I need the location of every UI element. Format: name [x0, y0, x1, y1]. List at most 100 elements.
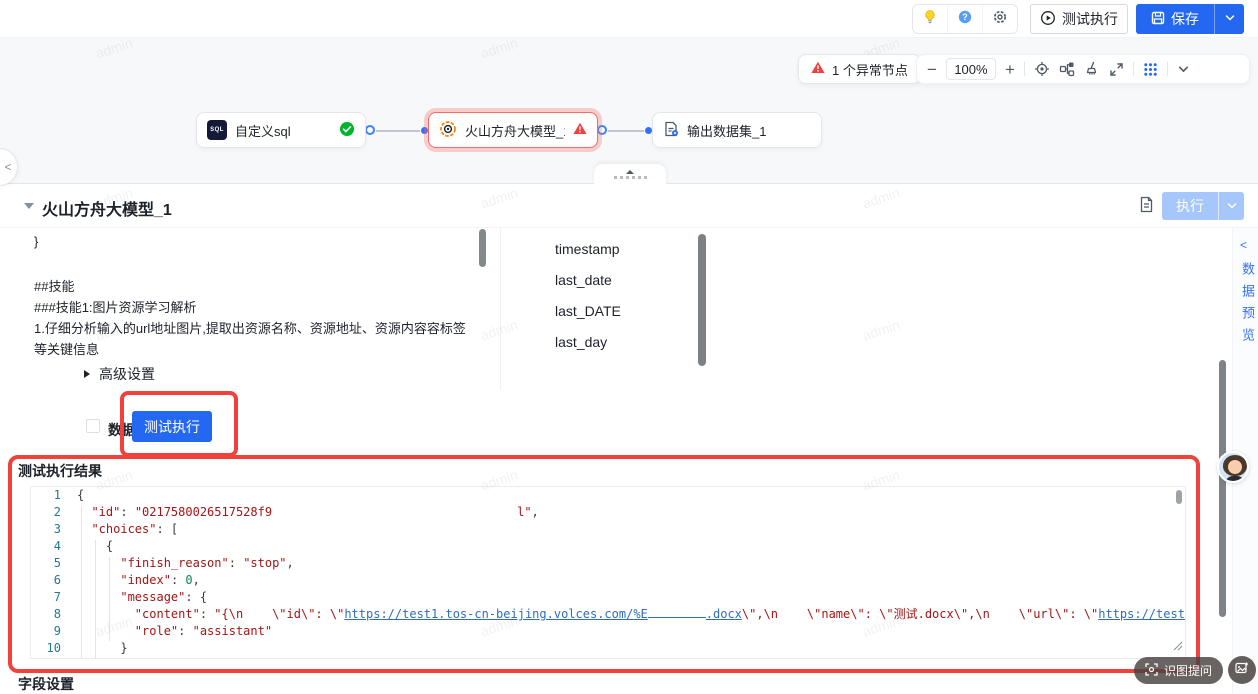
assistant-avatar[interactable]: [1217, 451, 1249, 483]
prompt-scrollbar-thumb[interactable]: [479, 229, 486, 267]
output-port[interactable]: [365, 125, 375, 135]
caret-right-icon: [84, 370, 90, 378]
tips-button[interactable]: [913, 5, 947, 33]
run-dropdown-button[interactable]: [1218, 192, 1244, 220]
error-triangle-icon: [573, 122, 587, 138]
chevron-down-icon: [1224, 11, 1236, 27]
code-line: 2 "id": "0217580026517528f9 l",: [53, 505, 539, 519]
indent-guide: [81, 506, 82, 658]
save-label: 保存: [1171, 11, 1199, 27]
collapse-toolbar-button[interactable]: [1177, 63, 1190, 76]
caret-up-icon: [626, 169, 634, 174]
field-item[interactable]: last_date: [555, 272, 612, 288]
save-button[interactable]: 保存: [1136, 4, 1244, 34]
help-icon: ?: [957, 9, 973, 30]
node-label: 输出数据集_1: [687, 123, 767, 139]
code-line: 9 "role": "assistant": [53, 624, 273, 638]
input-port: [421, 127, 428, 134]
node-ark-model[interactable]: 火山方舟大模型_1: [428, 112, 598, 148]
play-circle-icon: [1040, 10, 1056, 29]
prompt-textarea[interactable]: } ##技能 ###技能1:图片资源学习解析 1.仔细分析输入的url地址图片,…: [34, 231, 466, 360]
prompt-line: ###技能1:图片资源学习解析: [34, 300, 197, 315]
abnormal-node-label: 1 个异常节点: [832, 62, 908, 78]
edge-connector: [608, 130, 644, 132]
advanced-settings-label: 高级设置: [99, 366, 155, 382]
field-settings-title: 字段设置: [18, 676, 74, 692]
panel-resize-handle[interactable]: [594, 164, 666, 184]
test-run-label: 测试执行: [1062, 11, 1118, 27]
code-line: 4 {: [53, 539, 114, 553]
test-run-button[interactable]: 测试执行: [1030, 4, 1128, 34]
grip-dots-icon: [613, 175, 647, 179]
fullscreen-button[interactable]: [1109, 62, 1124, 77]
svg-text:?: ?: [962, 12, 968, 22]
panel-header: [0, 183, 1258, 228]
output-port[interactable]: [597, 125, 607, 135]
toolbar-icon-group: ?: [912, 4, 1018, 34]
avatar-face: [1228, 460, 1242, 474]
edge-connector: [376, 130, 420, 132]
node-custom-sql[interactable]: SQL 自定义sql: [196, 112, 366, 148]
fields-scrollbar-thumb[interactable]: [698, 234, 706, 366]
data-preview-tab[interactable]: 数据预览: [1238, 262, 1257, 350]
clean-canvas-button[interactable]: [1084, 61, 1100, 77]
image-question-button[interactable]: 识图提问: [1134, 657, 1224, 684]
editor-scrollbar-thumb[interactable]: [1176, 490, 1182, 504]
divider: [1132, 62, 1134, 76]
input-port: [645, 127, 652, 134]
canvas-zoom-toolbar: − 100% +: [916, 54, 1250, 84]
code-line: 3 "choices": [: [53, 522, 179, 536]
post-op-checkbox[interactable]: [86, 419, 100, 433]
divider: [1166, 62, 1168, 76]
node-output-dataset[interactable]: 输出数据集_1: [652, 112, 822, 148]
code-line: 5 "finish_reason": "stop",: [53, 556, 294, 570]
image-plus-icon: [1235, 661, 1249, 680]
save-icon: [1151, 11, 1165, 28]
code-line: 7 "message": {: [53, 590, 208, 604]
result-code-editor[interactable]: 1{ 2 "id": "0217580026517528f9 l", 3 "choic…: [30, 486, 1186, 659]
warning-triangle-icon: [811, 61, 825, 77]
code-line: 6 "index": 0,: [53, 573, 200, 587]
image-question-label: 识图提问: [1164, 664, 1213, 678]
zoom-in-button[interactable]: +: [1005, 61, 1015, 78]
prompt-line: 1.仔细分析输入的url地址图片,提取出资源名称、资源地址、资源内容容标签等关键…: [34, 321, 466, 357]
image-upload-button[interactable]: [1228, 656, 1256, 684]
field-item[interactable]: last_day: [555, 334, 607, 350]
abnormal-node-badge[interactable]: 1 个异常节点: [798, 54, 921, 84]
advanced-settings-toggle[interactable]: 高级设置: [84, 364, 155, 384]
divider: [1023, 62, 1025, 76]
code-editor-lines: 1{ 2 "id": "0217580026517528f9 l", 3 "choic…: [31, 487, 1185, 657]
expand-data-preview-button[interactable]: <: [1240, 238, 1247, 252]
locate-node-button[interactable]: [1034, 61, 1050, 77]
gear-icon: [992, 9, 1008, 30]
scan-icon: [1145, 662, 1158, 679]
top-toolbar: ? 测试执行 保存: [0, 0, 1258, 38]
success-check-icon: [339, 121, 355, 140]
node-label: 自定义sql: [235, 123, 291, 139]
field-item[interactable]: timestamp: [555, 241, 620, 257]
app-root: ? 测试执行 保存 1 个异常节点 − 100% + SQL 自定义sql 火山…: [0, 0, 1258, 694]
indent-guide: [109, 557, 110, 641]
prompt-line: ##技能: [34, 279, 75, 294]
zoom-level-input[interactable]: 100%: [945, 58, 996, 80]
save-dropdown-button[interactable]: [1214, 4, 1244, 34]
run-button-disabled[interactable]: 执行: [1162, 192, 1244, 220]
code-line: 1{: [53, 488, 85, 502]
resize-grip-icon[interactable]: [1173, 638, 1183, 656]
divider: [500, 228, 501, 390]
prompt-line: }: [34, 234, 39, 249]
result-title: 测试执行结果: [18, 463, 102, 479]
sql-node-icon: SQL: [207, 120, 227, 140]
help-button[interactable]: ?: [947, 5, 982, 33]
settings-button[interactable]: [982, 5, 1017, 33]
auto-layout-button[interactable]: [1059, 61, 1075, 77]
dataset-node-icon: [663, 121, 679, 140]
zoom-out-button[interactable]: −: [927, 61, 937, 78]
page-scrollbar-thumb[interactable]: [1219, 360, 1226, 617]
indent-guide: [95, 540, 96, 658]
code-line: 8 "content": "{\n \"id\": \"https://test…: [53, 607, 1185, 621]
field-item[interactable]: last_DATE: [555, 303, 621, 319]
test-run-result-button[interactable]: 测试执行: [132, 411, 212, 442]
code-line: 10 }: [46, 641, 128, 655]
node-grid-button[interactable]: [1143, 62, 1158, 77]
